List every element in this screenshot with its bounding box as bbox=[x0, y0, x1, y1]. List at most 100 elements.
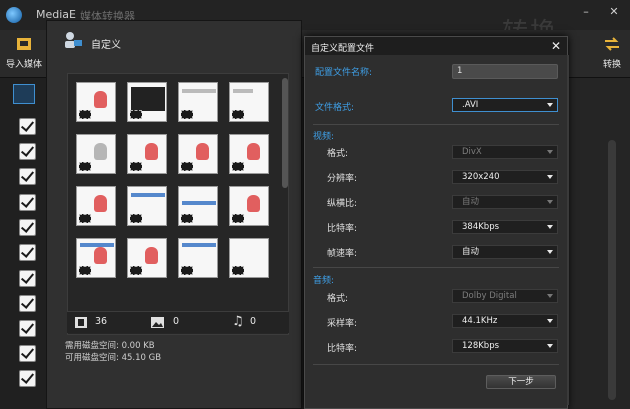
divider bbox=[313, 267, 559, 268]
thumbnail-scrollbar[interactable] bbox=[282, 78, 288, 188]
image-icon bbox=[151, 317, 164, 328]
video-thumbnail[interactable] bbox=[178, 134, 218, 174]
dialog-scrollbar bbox=[567, 55, 569, 405]
chevron-down-icon bbox=[547, 200, 553, 204]
video-thumbnail[interactable] bbox=[127, 238, 167, 278]
video-bitrate-select[interactable]: 384Kbps bbox=[452, 220, 558, 234]
import-icon bbox=[17, 38, 31, 50]
thumbnail-grid bbox=[67, 73, 289, 335]
audio-bitrate-label: 比特率: bbox=[327, 344, 358, 354]
file-format-value: .AVI bbox=[462, 100, 479, 110]
profile-name-input[interactable]: 1 bbox=[452, 64, 558, 79]
framerate-value: 自动 bbox=[462, 247, 480, 257]
dialog-title: 自定义配置文件 bbox=[311, 44, 375, 54]
resolution-value: 320x240 bbox=[462, 172, 500, 182]
video-thumbnail[interactable] bbox=[127, 186, 167, 226]
profile-icon bbox=[65, 32, 82, 48]
view-mode-icon[interactable] bbox=[13, 84, 35, 104]
sample-rate-label: 采样率: bbox=[327, 319, 358, 329]
file-list-right-area bbox=[566, 78, 630, 409]
dialog-titlebar: 自定义配置文件 ✕ bbox=[305, 37, 567, 55]
chevron-down-icon bbox=[547, 150, 553, 154]
aspect-ratio-select[interactable]: 自动 bbox=[452, 195, 558, 209]
close-window-icon[interactable]: ✕ bbox=[608, 6, 620, 18]
video-thumbnail[interactable] bbox=[229, 82, 269, 122]
chevron-down-icon bbox=[547, 175, 553, 179]
music-count: 0 bbox=[250, 316, 257, 327]
file-format-select[interactable]: .AVI bbox=[452, 98, 558, 112]
video-bitrate-value: 384Kbps bbox=[462, 222, 500, 232]
media-count-bar: 36 0 ♫ 0 bbox=[67, 311, 289, 333]
chevron-down-icon bbox=[547, 250, 553, 254]
aspect-ratio-label: 纵横比: bbox=[327, 199, 358, 209]
disk-available: 可用磁盘空间: 45.10 GB bbox=[65, 353, 162, 363]
sample-rate-value: 44.1KHz bbox=[462, 316, 498, 326]
checkbox-icon[interactable] bbox=[19, 270, 36, 287]
audio-format-select[interactable]: Dolby Digital bbox=[452, 289, 558, 303]
checkbox-icon[interactable] bbox=[19, 370, 36, 387]
video-thumbnail[interactable] bbox=[76, 82, 116, 122]
film-icon bbox=[75, 317, 87, 328]
checkbox-icon[interactable] bbox=[19, 219, 36, 236]
import-media-button[interactable]: 导入媒体 bbox=[0, 36, 48, 70]
music-icon: ♫ bbox=[232, 314, 244, 329]
checkbox-icon[interactable] bbox=[19, 295, 36, 312]
import-media-label: 导入媒体 bbox=[5, 60, 42, 70]
video-thumbnail[interactable] bbox=[229, 238, 269, 278]
framerate-select[interactable]: 自动 bbox=[452, 245, 558, 259]
video-section-title: 视频: bbox=[313, 132, 335, 142]
convert-label: 转换 bbox=[602, 60, 621, 70]
sample-rate-select[interactable]: 44.1KHz bbox=[452, 314, 558, 328]
app-logo-icon bbox=[6, 7, 22, 23]
audio-section-title: 音频: bbox=[313, 276, 335, 286]
video-thumbnail[interactable] bbox=[127, 82, 167, 122]
audio-format-label: 格式: bbox=[327, 294, 349, 304]
file-list-checkbox-column bbox=[0, 78, 46, 409]
minimize-icon[interactable]: – bbox=[580, 6, 592, 18]
aspect-ratio-value: 自动 bbox=[462, 197, 480, 207]
disk-required: 需用磁盘空间: 0.00 KB bbox=[65, 341, 155, 351]
resolution-select[interactable]: 320x240 bbox=[452, 170, 558, 184]
close-icon[interactable]: ✕ bbox=[551, 39, 561, 53]
video-thumbnail[interactable] bbox=[76, 186, 116, 226]
next-button[interactable]: 下一步 bbox=[486, 375, 556, 389]
framerate-label: 帧速率: bbox=[327, 249, 358, 259]
video-thumbnail[interactable] bbox=[178, 238, 218, 278]
video-thumbnail[interactable] bbox=[76, 134, 116, 174]
video-thumbnail[interactable] bbox=[229, 186, 269, 226]
image-count: 0 bbox=[173, 316, 180, 327]
custom-panel: 自定义 36 0 ♫ 0 需用磁盘空间: 0.00 KB 可用磁盘空间: 45.… bbox=[46, 20, 302, 409]
video-count: 36 bbox=[95, 316, 108, 327]
checkbox-icon[interactable] bbox=[19, 168, 36, 185]
convert-button[interactable]: 转换 bbox=[588, 36, 630, 70]
custom-profile-dialog: 自定义配置文件 ✕ 配置文件名称: 1 文件格式: .AVI 视频: 格式: D… bbox=[304, 36, 569, 409]
checkbox-icon[interactable] bbox=[19, 320, 36, 337]
checkbox-icon[interactable] bbox=[19, 118, 36, 135]
chevron-down-icon bbox=[547, 344, 553, 348]
checkbox-icon[interactable] bbox=[19, 244, 36, 261]
file-list-scrollbar[interactable] bbox=[608, 140, 616, 400]
checkbox-icon[interactable] bbox=[19, 194, 36, 211]
checkbox-icon[interactable] bbox=[19, 143, 36, 160]
chevron-down-icon bbox=[547, 103, 553, 107]
audio-bitrate-value: 128Kbps bbox=[462, 341, 500, 351]
video-format-select[interactable]: DivX bbox=[452, 145, 558, 159]
video-format-value: DivX bbox=[462, 147, 482, 157]
chevron-down-icon bbox=[547, 225, 553, 229]
audio-bitrate-select[interactable]: 128Kbps bbox=[452, 339, 558, 353]
profile-name-label: 配置文件名称: bbox=[315, 68, 373, 78]
video-thumbnail[interactable] bbox=[178, 82, 218, 122]
video-thumbnail[interactable] bbox=[178, 186, 218, 226]
convert-icon bbox=[605, 37, 619, 51]
video-format-label: 格式: bbox=[327, 149, 349, 159]
video-thumbnail[interactable] bbox=[229, 134, 269, 174]
video-thumbnail[interactable] bbox=[76, 238, 116, 278]
video-bitrate-label: 比特率: bbox=[327, 224, 358, 234]
custom-panel-header: 自定义 bbox=[47, 21, 303, 57]
video-thumbnail[interactable] bbox=[127, 134, 167, 174]
checkbox-icon[interactable] bbox=[19, 345, 36, 362]
resolution-label: 分辨率: bbox=[327, 174, 358, 184]
chevron-down-icon bbox=[547, 294, 553, 298]
chevron-down-icon bbox=[547, 319, 553, 323]
custom-panel-title: 自定义 bbox=[91, 40, 121, 51]
